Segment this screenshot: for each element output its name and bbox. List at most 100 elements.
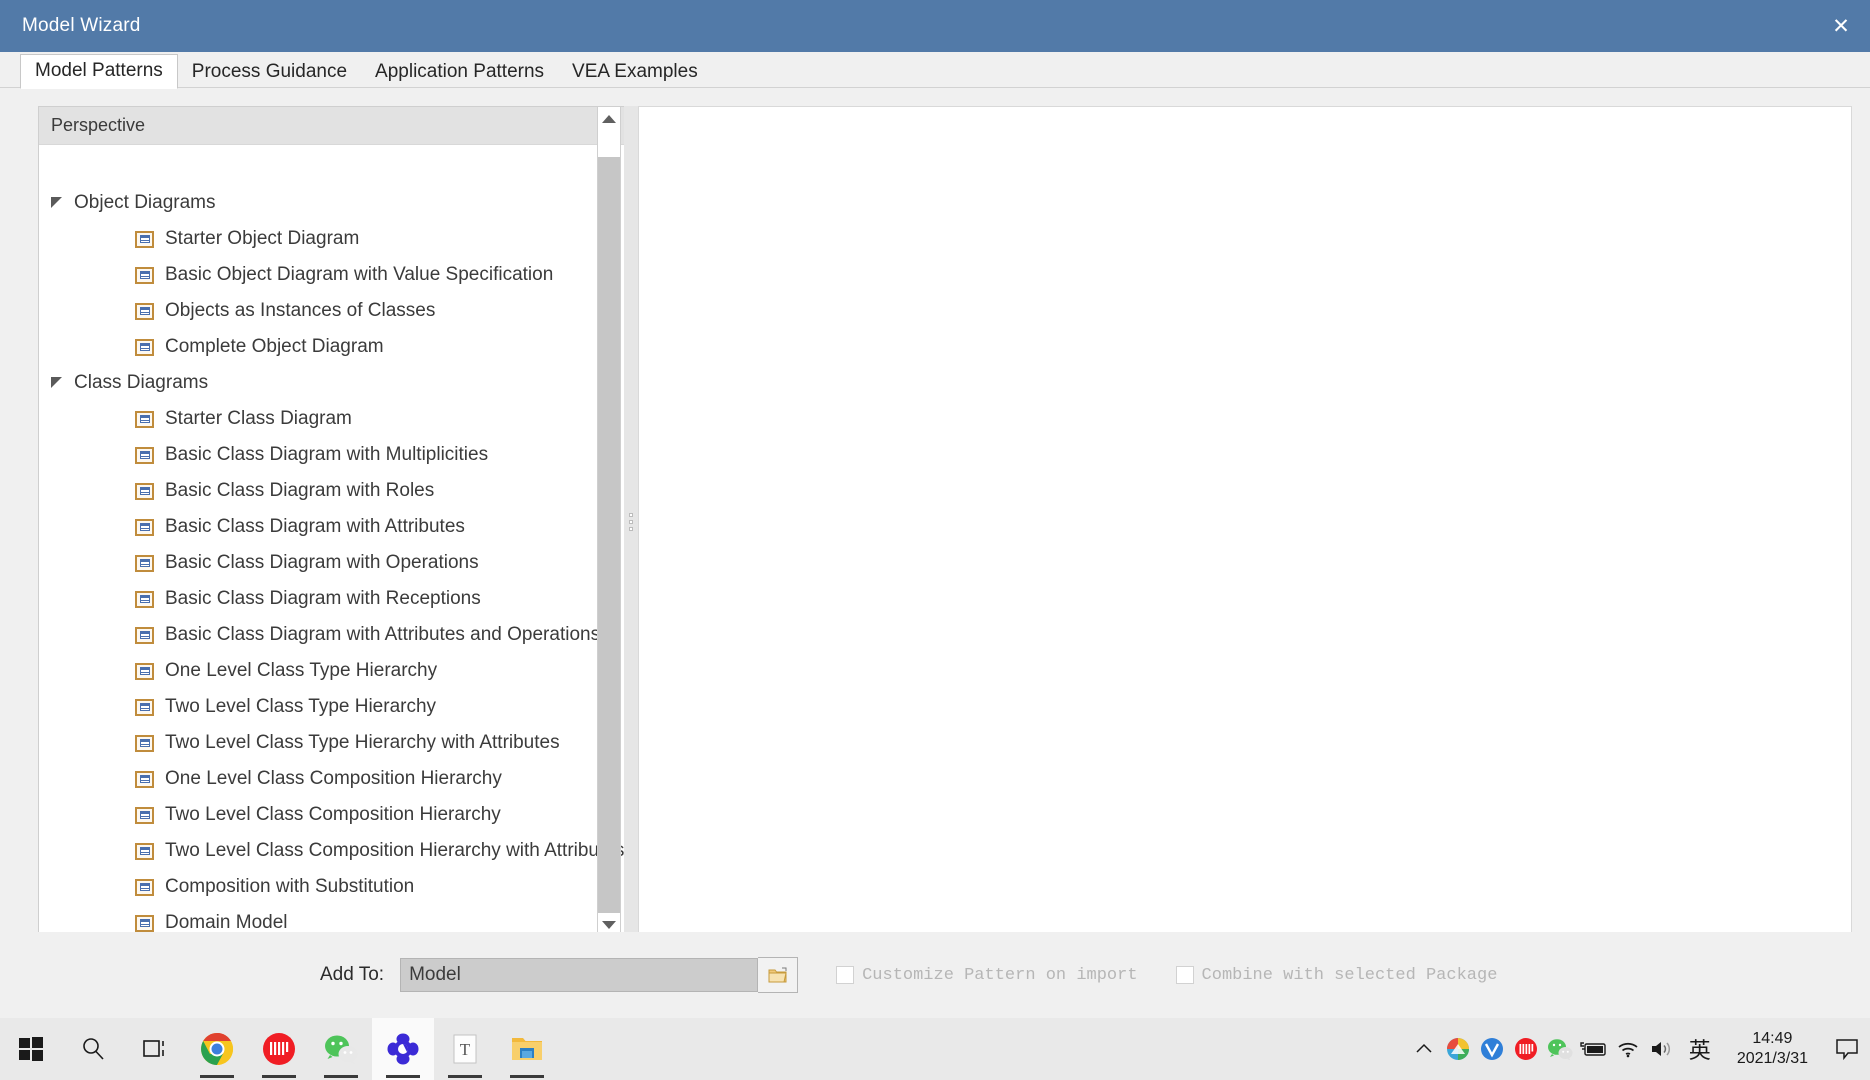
- wechat-icon[interactable]: [1543, 1018, 1577, 1080]
- dialog-title-bar: Model Wizard ✕: [0, 0, 1870, 52]
- tree-item[interactable]: Objects as Instances of Classes: [39, 293, 629, 329]
- tree-item[interactable]: Composition with Substitution: [39, 869, 629, 905]
- tree-scrollbar[interactable]: [597, 106, 621, 938]
- scroll-up-arrow-icon[interactable]: [598, 107, 620, 131]
- expander-triangle-icon[interactable]: [51, 376, 62, 388]
- tree-item[interactable]: Basic Object Diagram with Value Specific…: [39, 257, 629, 293]
- tree-item[interactable]: Starter Object Diagram: [39, 221, 629, 257]
- tree-item[interactable]: One Level Class Type Hierarchy: [39, 653, 629, 689]
- add-to-field[interactable]: Model: [400, 958, 759, 992]
- tree-group-header[interactable]: Class Diagrams: [39, 365, 629, 401]
- tree-item-label: One Level Class Composition Hierarchy: [165, 768, 502, 789]
- diagram-pattern-icon: [135, 626, 154, 644]
- pattern-preview-pane: [638, 106, 1852, 938]
- scrollbar-thumb[interactable]: [598, 131, 620, 157]
- tab-process-guidance[interactable]: Process Guidance: [178, 58, 361, 88]
- idm-icon[interactable]: [1441, 1018, 1475, 1080]
- close-icon[interactable]: ✕: [1812, 0, 1870, 52]
- expander-triangle-icon[interactable]: [51, 196, 62, 208]
- tree-item[interactable]: Two Level Class Type Hierarchy: [39, 689, 629, 725]
- chrome-icon: [201, 1033, 234, 1065]
- tree-item-label: Basic Class Diagram with Attributes and …: [165, 624, 601, 645]
- diagram-pattern-icon: [135, 878, 154, 896]
- action-center-icon[interactable]: [1824, 1038, 1870, 1060]
- tree-item[interactable]: Basic Class Diagram with Attributes and …: [39, 617, 629, 653]
- tree-item[interactable]: Two Level Class Composition Hierarchy: [39, 797, 629, 833]
- tree-item[interactable]: Basic Class Diagram with Multiplicities: [39, 437, 629, 473]
- scrollbar-track[interactable]: [598, 157, 620, 913]
- tree-item[interactable]: Basic Class Diagram with Attributes: [39, 509, 629, 545]
- iqiyi-icon: [263, 1033, 295, 1065]
- tree-item[interactable]: Starter Class Diagram: [39, 401, 629, 437]
- tab-application-patterns[interactable]: Application Patterns: [361, 58, 558, 88]
- perspective-dropdown[interactable]: Perspective: [39, 107, 629, 145]
- taskbar-wechat[interactable]: [310, 1018, 372, 1080]
- tree-item-label: Basic Class Diagram with Roles: [165, 480, 435, 501]
- taskbar-iqiyi[interactable]: [248, 1018, 310, 1080]
- diagram-pattern-icon: [135, 842, 154, 860]
- speaker-icon[interactable]: [1645, 1018, 1679, 1080]
- tree-item[interactable]: Two Level Class Composition Hierarchy wi…: [39, 833, 629, 869]
- search-button[interactable]: [62, 1018, 124, 1080]
- ime-indicator[interactable]: 英: [1679, 1033, 1721, 1065]
- start-button[interactable]: [0, 1018, 62, 1080]
- diagram-pattern-icon: [135, 410, 154, 428]
- tree-item-label: Complete Object Diagram: [165, 336, 384, 357]
- checkbox-box[interactable]: [836, 966, 855, 984]
- taskbar-enterprise-architect[interactable]: [372, 1018, 434, 1080]
- search-input[interactable]: [39, 145, 629, 181]
- tree-item[interactable]: Basic Class Diagram with Operations: [39, 545, 629, 581]
- taskbar-file-explorer[interactable]: [496, 1018, 558, 1080]
- diagram-pattern-icon: [135, 734, 154, 752]
- wifi-icon[interactable]: [1611, 1018, 1645, 1080]
- tree-item[interactable]: Complete Object Diagram: [39, 329, 629, 365]
- diagram-pattern-icon: [135, 302, 154, 320]
- tree-item-label: Starter Object Diagram: [165, 228, 360, 249]
- diagram-pattern-icon: [135, 914, 154, 932]
- taskbar-text-editor[interactable]: T: [434, 1018, 496, 1080]
- checkbox-box[interactable]: [1175, 966, 1194, 984]
- tree-item-label: Two Level Class Composition Hierarchy wi…: [165, 840, 625, 861]
- system-tray: 英 14:49 2021/3/31: [1407, 1018, 1870, 1080]
- iqiyi-icon[interactable]: [1509, 1018, 1543, 1080]
- pattern-tree-pane: Perspective Object Diagrams Starter Objec…: [38, 106, 630, 938]
- pattern-tree[interactable]: Object Diagrams Starter Object Diagram Bas…: [39, 181, 629, 937]
- tree-item[interactable]: Basic Class Diagram with Roles: [39, 473, 629, 509]
- combine-package-checkbox[interactable]: Combine with selected Package: [1175, 965, 1498, 985]
- pane-splitter[interactable]: [624, 106, 638, 938]
- tree-item-label: Basic Object Diagram with Value Specific…: [165, 264, 554, 285]
- battery-icon[interactable]: [1577, 1018, 1611, 1080]
- clock-time: 14:49: [1752, 1030, 1793, 1047]
- model-wizard-dialog: Model Wizard ✕ Model Patterns Process Gu…: [0, 0, 1870, 1018]
- v-circle-icon[interactable]: [1475, 1018, 1509, 1080]
- diagram-pattern-icon: [135, 590, 154, 608]
- tree-item-label: Two Level Class Type Hierarchy with Attr…: [165, 732, 560, 753]
- tree-item[interactable]: One Level Class Composition Hierarchy: [39, 761, 629, 797]
- text-document-icon: T: [453, 1034, 477, 1064]
- folder-browse-icon[interactable]: [758, 957, 799, 993]
- windows-taskbar: T 英 14:49 2021/3/31: [0, 1018, 1870, 1080]
- tab-vea-examples[interactable]: VEA Examples: [558, 58, 712, 88]
- chevron-up-icon[interactable]: [1407, 1018, 1441, 1080]
- tree-group-header[interactable]: Object Diagrams: [39, 185, 629, 221]
- task-view-icon: [143, 1040, 164, 1057]
- customize-pattern-checkbox[interactable]: Customize Pattern on import: [836, 965, 1138, 985]
- tab-strip: Model Patterns Process Guidance Applicat…: [0, 52, 1870, 89]
- clock[interactable]: 14:49 2021/3/31: [1721, 1029, 1824, 1069]
- windows-logo-icon: [19, 1037, 43, 1061]
- checkbox-label: Combine with selected Package: [1201, 965, 1498, 985]
- tree-item-label: Basic Class Diagram with Multiplicities: [165, 444, 489, 465]
- diagram-pattern-icon: [135, 806, 154, 824]
- taskbar-chrome[interactable]: [186, 1018, 248, 1080]
- tree-item[interactable]: Basic Class Diagram with Receptions: [39, 581, 629, 617]
- diagram-pattern-icon: [135, 230, 154, 248]
- tab-model-patterns[interactable]: Model Patterns: [20, 54, 178, 89]
- tree-item[interactable]: Two Level Class Type Hierarchy with Attr…: [39, 725, 629, 761]
- diagram-pattern-icon: [135, 338, 154, 356]
- tree-item-label: Objects as Instances of Classes: [165, 300, 436, 321]
- checkbox-label: Customize Pattern on import: [862, 965, 1138, 985]
- splitter-grip-icon: [629, 513, 633, 531]
- tree-group-label: Class Diagrams: [74, 372, 209, 393]
- tree-item-label: Basic Class Diagram with Receptions: [165, 588, 481, 609]
- task-view-button[interactable]: [124, 1018, 186, 1080]
